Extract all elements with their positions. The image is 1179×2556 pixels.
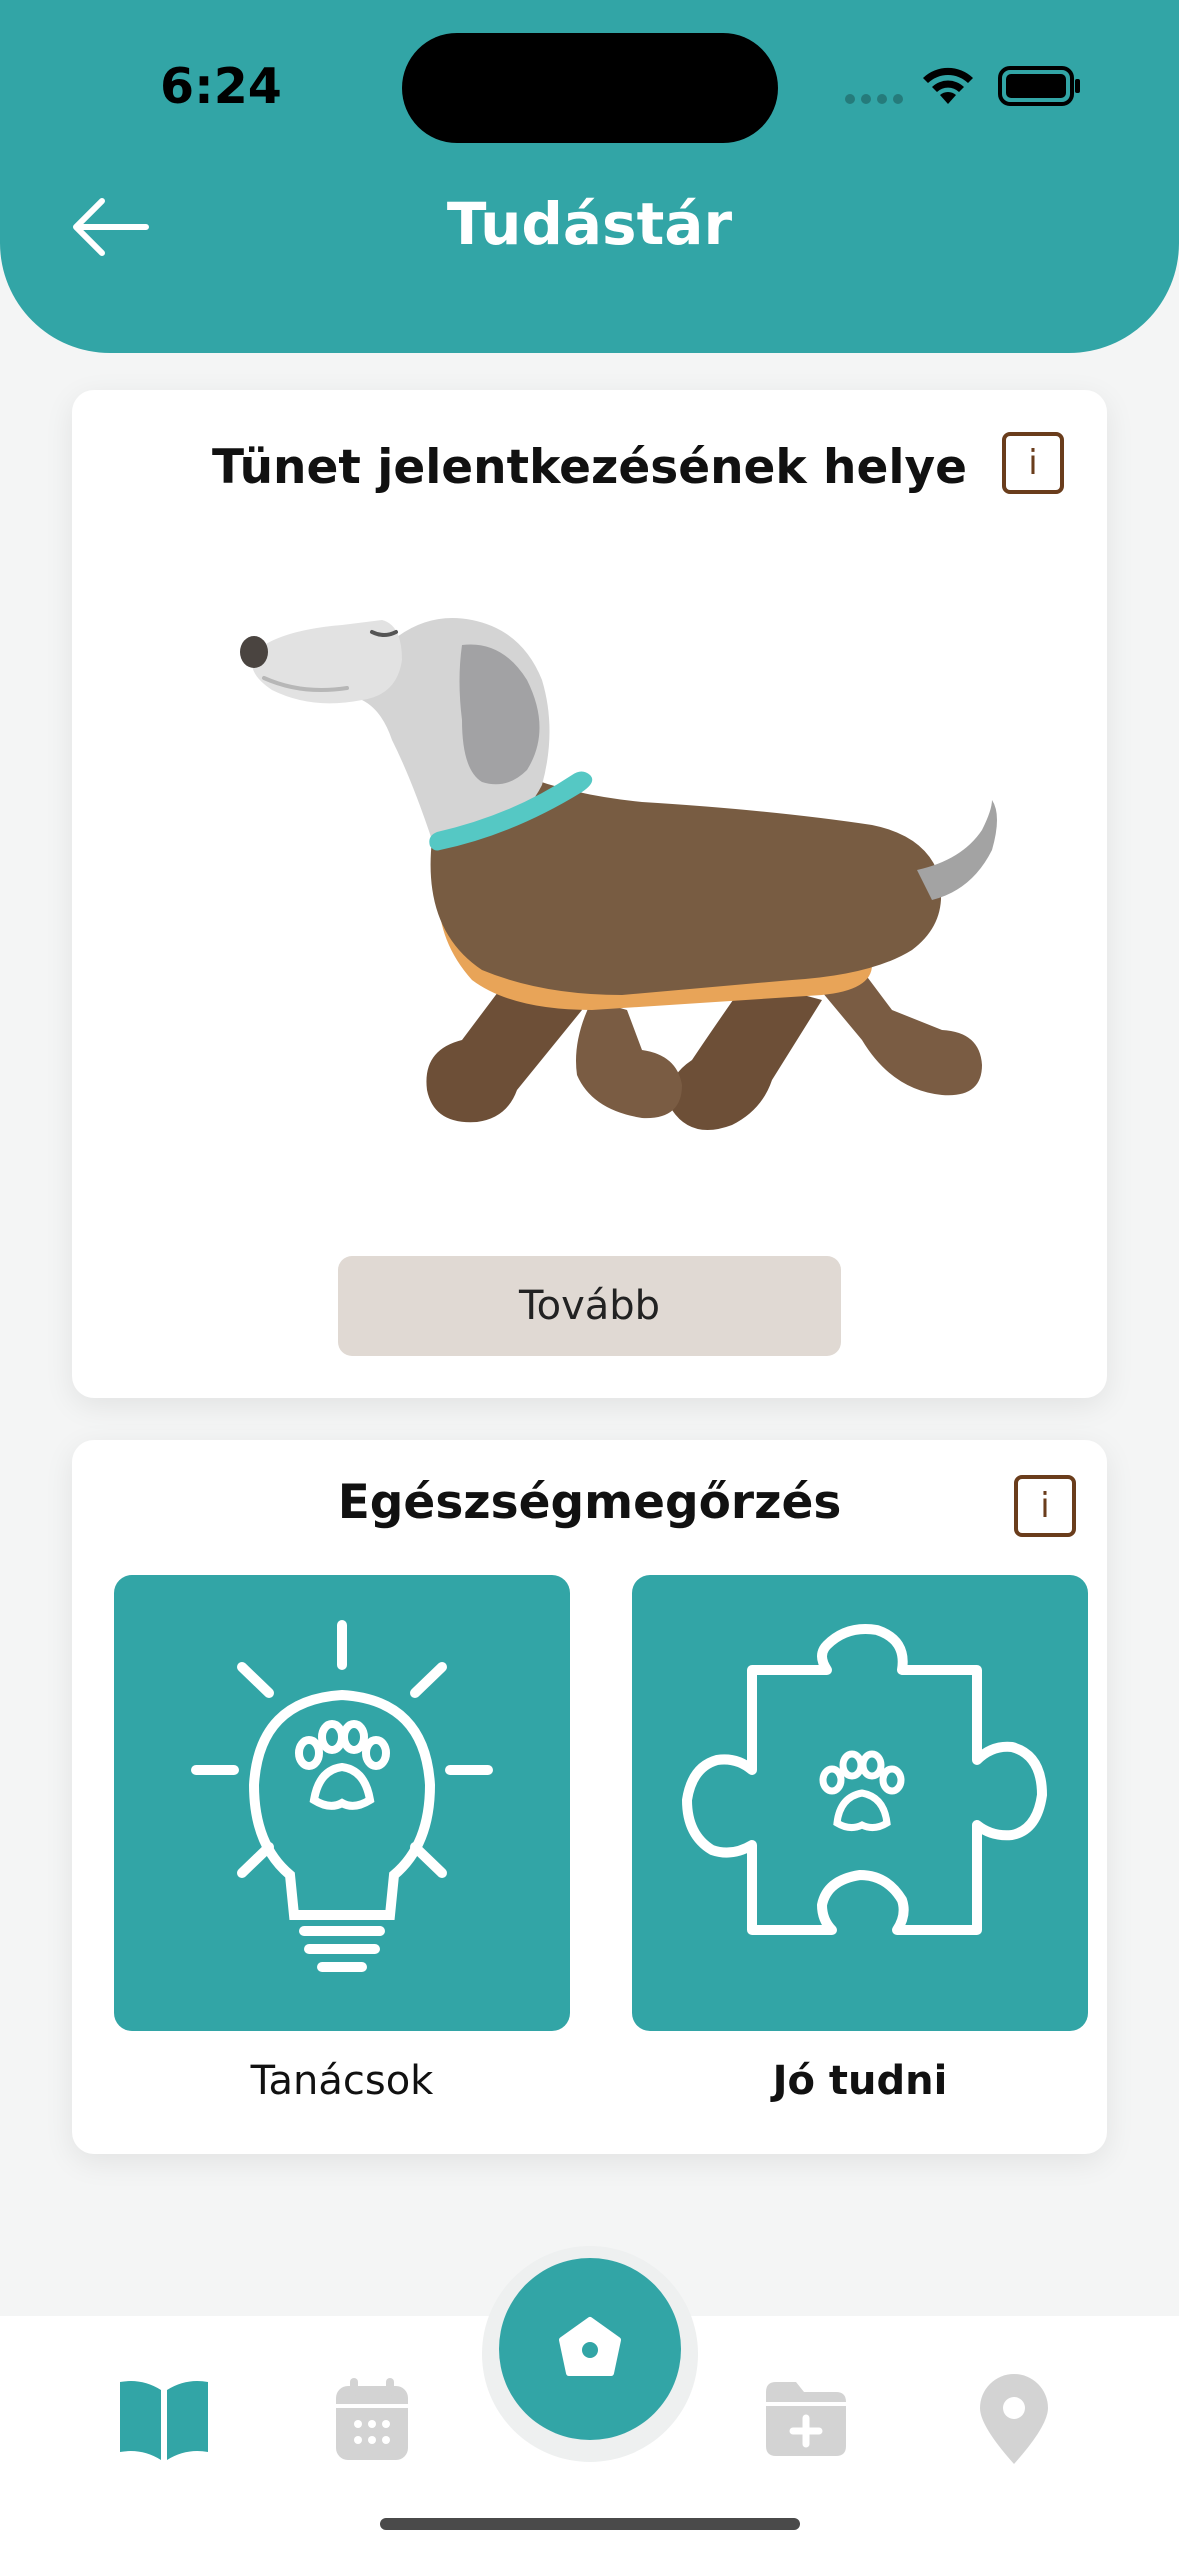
tips-tile[interactable] xyxy=(114,1575,570,2031)
symptom-location-card: Tünet jelentkezésének helye i Tovább xyxy=(72,390,1107,1398)
calendar-icon[interactable] xyxy=(334,2376,410,2462)
puzzle-paw-icon xyxy=(682,1624,1047,1935)
next-button[interactable]: Tovább xyxy=(338,1256,841,1356)
status-time: 6:24 xyxy=(160,58,282,115)
lightbulb-paw-icon xyxy=(191,1620,493,1972)
info-button[interactable]: i xyxy=(1002,432,1064,494)
good-to-know-label: Jó tudni xyxy=(772,2058,948,2104)
info-button[interactable]: i xyxy=(1014,1475,1076,1537)
wifi-icon xyxy=(923,67,973,104)
dynamic-island xyxy=(402,33,778,143)
book-icon[interactable] xyxy=(116,2376,212,2462)
top-header: 6:24 Tudástár xyxy=(0,0,1179,353)
symptom-card-title: Tünet jelentkezésének helye xyxy=(212,440,967,495)
good-to-know-tile[interactable] xyxy=(632,1575,1088,2031)
home-indicator xyxy=(380,2518,800,2530)
health-maintenance-card: Egészségmegőrzés i Tanácsok Jó tudni xyxy=(72,1440,1107,2154)
location-pin-icon[interactable] xyxy=(976,2374,1052,2466)
health-card-title: Egészségmegőrzés xyxy=(337,1475,842,1530)
folder-plus-icon[interactable] xyxy=(764,2378,848,2458)
tips-label: Tanácsok xyxy=(250,2058,434,2104)
home-button[interactable] xyxy=(499,2258,681,2440)
battery-icon xyxy=(998,66,1080,106)
page-title: Tudástár xyxy=(446,190,733,258)
dog-illustration[interactable] xyxy=(172,570,1072,1190)
home-icon xyxy=(559,2317,621,2376)
